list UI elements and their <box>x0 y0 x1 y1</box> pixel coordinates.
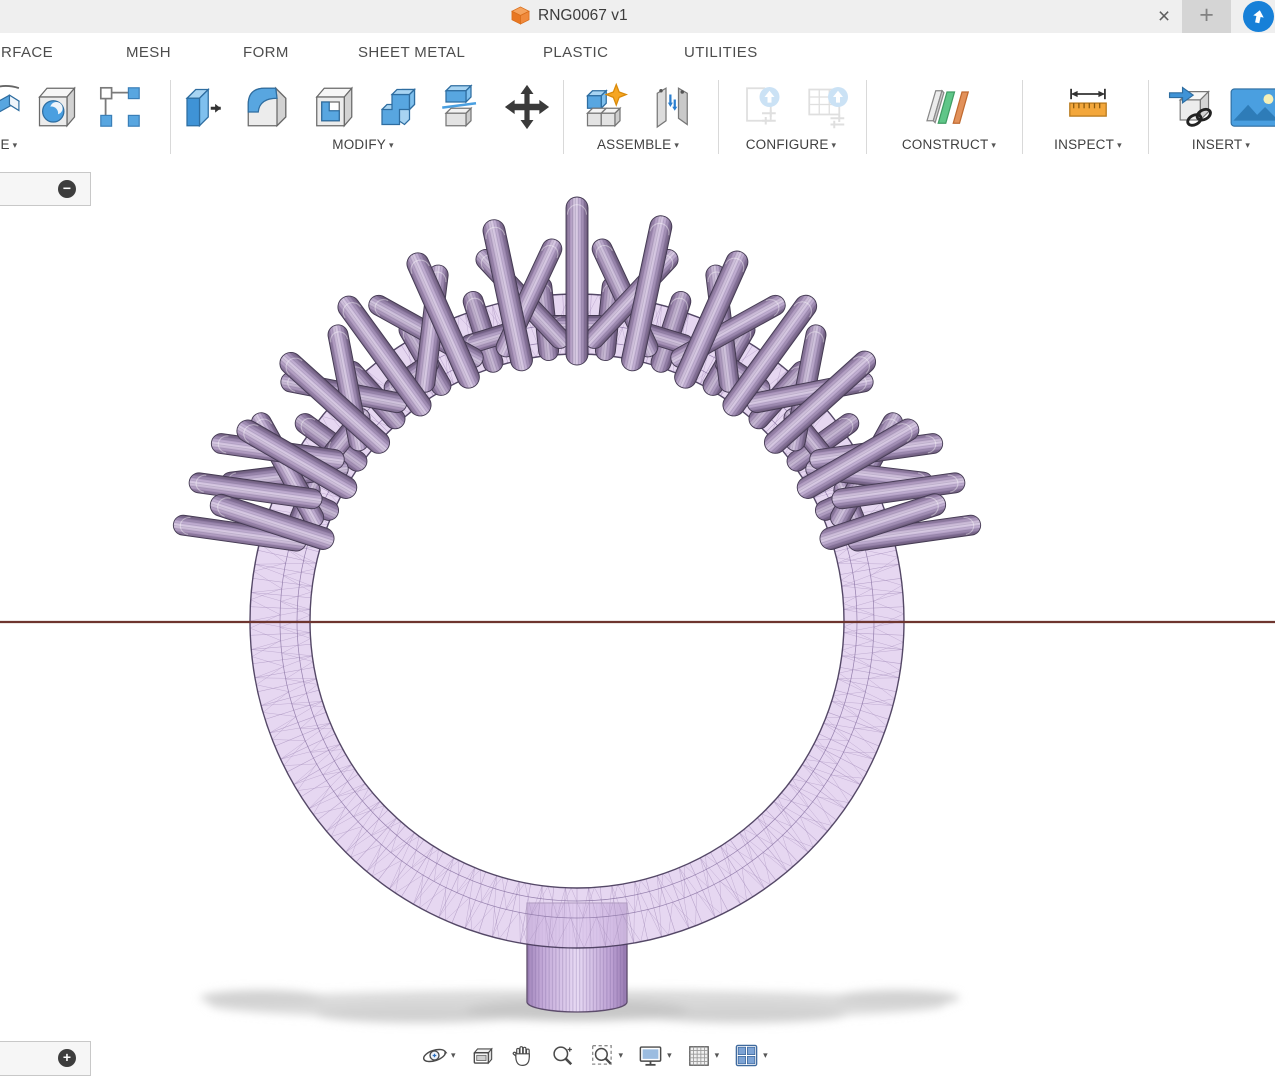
tab-form[interactable]: FORM <box>243 44 289 61</box>
close-icon[interactable]: × <box>1150 3 1178 31</box>
shell-icon <box>308 82 358 132</box>
fillet-tool[interactable] <box>241 78 293 136</box>
zoom-tool[interactable] <box>550 1043 576 1069</box>
combine-icon <box>372 82 422 132</box>
configuration-table-tool[interactable] <box>802 78 854 136</box>
display-settings-icon <box>637 1042 664 1069</box>
move-icon <box>501 81 553 133</box>
title-bar: RNG0067 v1 × + <box>0 0 1275 33</box>
look-at-tool[interactable] <box>470 1043 496 1069</box>
job-status-button[interactable] <box>1243 1 1274 32</box>
hole-icon <box>32 82 82 132</box>
chevron-down-icon: ▾ <box>619 1050 624 1061</box>
toolbar-separator <box>170 80 171 154</box>
split-body-tool[interactable] <box>435 78 487 136</box>
toolbar-separator <box>866 80 867 154</box>
fillet-icon <box>242 82 292 132</box>
orbit-icon <box>421 1042 448 1069</box>
toolbar-separator <box>718 80 719 154</box>
tab-mesh[interactable]: MESH <box>126 44 171 61</box>
tab-plastic[interactable]: PLASTIC <box>543 44 608 61</box>
upload-arrow-icon <box>1251 9 1266 24</box>
chevron-down-icon: ▾ <box>674 140 679 150</box>
chevron-down-icon: ▾ <box>763 1050 768 1061</box>
rectangular-pattern-icon <box>96 83 144 131</box>
move-copy-tool[interactable] <box>501 78 553 136</box>
construct-dropdown[interactable]: CONSTRUCT▾ <box>879 137 1019 152</box>
fit-icon <box>590 1043 616 1069</box>
grid-icon <box>686 1043 712 1069</box>
viewports-icon <box>733 1042 760 1069</box>
expand-timeline-button[interactable]: + <box>58 1049 76 1067</box>
pan-hand-icon <box>510 1043 536 1069</box>
viewport-canvas[interactable]: − + ▾ <box>0 161 1275 1073</box>
configuration-tool[interactable] <box>736 78 788 136</box>
hole-tool[interactable] <box>31 78 83 136</box>
tab-sheet-metal[interactable]: SHEET METAL <box>358 44 465 61</box>
joint-tool[interactable] <box>645 78 697 136</box>
chevron-down-icon: ▾ <box>451 1050 456 1061</box>
chevron-down-icon: ▾ <box>1245 140 1250 150</box>
new-tab-button[interactable]: + <box>1182 0 1231 33</box>
main-toolbar: TE▾ MODIFY▾ ASSEMBLE▾ CONFIGURE▾ CONSTRU… <box>0 72 1275 162</box>
toolbar-separator <box>563 80 564 154</box>
measure-icon <box>1062 81 1114 133</box>
new-component-tool[interactable] <box>579 78 631 136</box>
grid-display-tool[interactable]: ▾ <box>686 1043 720 1069</box>
press-pull-icon <box>177 82 227 132</box>
canvas-image-icon <box>1230 84 1275 130</box>
inspect-dropdown[interactable]: INSPECT▾ <box>1018 137 1158 152</box>
ring-spikes <box>172 197 982 552</box>
document-title: RNG0067 v1 <box>538 7 628 25</box>
offset-plane-tool[interactable] <box>921 78 973 136</box>
navigation-bar: ▾ <box>421 1042 768 1069</box>
workspace-tab-bar: RFACE MESH FORM SHEET METAL PLASTIC UTIL… <box>0 33 1275 72</box>
tab-utilities[interactable]: UTILITIES <box>684 44 758 61</box>
display-settings-tool[interactable]: ▾ <box>637 1042 672 1069</box>
browser-panel-collapsed: − <box>0 172 91 206</box>
chevron-down-icon: ▾ <box>13 140 18 150</box>
configure-dropdown[interactable]: CONFIGURE▾ <box>721 137 861 152</box>
chevron-down-icon: ▾ <box>991 140 996 150</box>
combine-tool[interactable] <box>371 78 423 136</box>
assemble-dropdown[interactable]: ASSEMBLE▾ <box>568 137 708 152</box>
chevron-down-icon: ▾ <box>832 140 837 150</box>
offset-plane-icon <box>922 82 972 132</box>
press-pull-tool[interactable] <box>176 78 228 136</box>
chevron-down-icon: ▾ <box>389 140 394 150</box>
orbit-tool[interactable]: ▾ <box>421 1042 456 1069</box>
chevron-down-icon: ▾ <box>667 1050 672 1061</box>
ring-model <box>0 161 1275 1073</box>
chevron-down-icon: ▾ <box>715 1050 720 1061</box>
collapse-browser-button[interactable]: − <box>58 180 76 198</box>
fit-tool[interactable]: ▾ <box>590 1043 624 1069</box>
tab-surface[interactable]: RFACE <box>1 44 53 61</box>
document-tab[interactable]: RNG0067 v1 <box>511 6 628 25</box>
timeline-panel-collapsed: + <box>0 1041 91 1076</box>
insert-derive-icon <box>1166 81 1218 133</box>
sweep-tool[interactable] <box>0 78 26 136</box>
configuration-table-icon <box>803 82 853 132</box>
look-at-icon <box>470 1043 496 1069</box>
sweep-icon <box>0 81 26 133</box>
pan-tool[interactable] <box>510 1043 536 1069</box>
modify-dropdown[interactable]: MODIFY▾ <box>293 137 433 152</box>
new-component-icon <box>580 82 630 132</box>
create-dropdown[interactable]: TE▾ <box>0 137 52 152</box>
split-body-icon <box>436 82 486 132</box>
cube-icon <box>511 6 530 25</box>
configuration-icon <box>737 82 787 132</box>
insert-dropdown[interactable]: INSERT▾ <box>1151 137 1275 152</box>
shell-tool[interactable] <box>307 78 359 136</box>
insert-derive-tool[interactable] <box>1166 78 1218 136</box>
measure-tool[interactable] <box>1062 78 1114 136</box>
viewports-tool[interactable]: ▾ <box>733 1042 768 1069</box>
joint-icon <box>646 82 696 132</box>
zoom-icon <box>550 1043 576 1069</box>
chevron-down-icon: ▾ <box>1117 140 1122 150</box>
canvas-tool[interactable] <box>1230 78 1275 136</box>
rectangular-pattern-tool[interactable] <box>94 78 146 136</box>
